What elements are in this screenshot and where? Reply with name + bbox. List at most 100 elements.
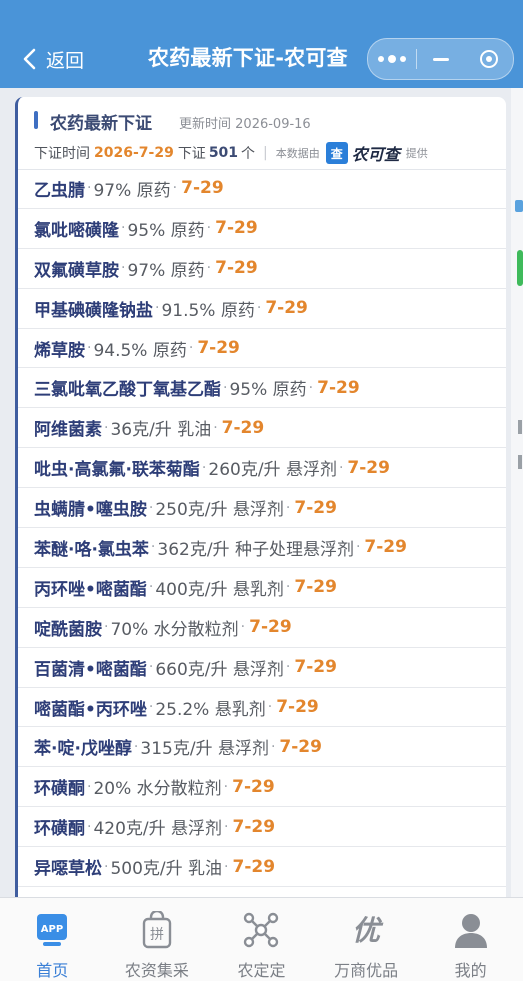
- separator-dot: ·: [148, 499, 154, 516]
- list-item[interactable]: 乙虫腈 · 97% 原药 · 7-29: [18, 169, 506, 209]
- separator-dot: ·: [213, 419, 218, 436]
- separator-dot: ·: [201, 459, 207, 476]
- brand-name: 农可查: [351, 145, 400, 164]
- separator-dot: ·: [87, 180, 92, 197]
- product-name: 环磺酮: [34, 819, 85, 840]
- separator-dot: ·: [223, 379, 228, 396]
- cert-unit: 个: [241, 146, 256, 162]
- product-spec: 400克/升 悬乳剂: [155, 579, 284, 600]
- updated-time: 更新时间 2026-09-16: [179, 113, 311, 132]
- cert-date: 7-29: [276, 697, 319, 718]
- cert-date: 7-29: [232, 856, 276, 877]
- product-name: 环磺酮: [34, 779, 85, 800]
- cert-date: 7-29: [221, 417, 265, 438]
- top-bar: 返回 农药最新下证-农可查: [0, 0, 523, 88]
- tab-label: 农资集采: [124, 961, 189, 980]
- tab-user[interactable]: 我的: [418, 898, 523, 981]
- minimize-button[interactable]: [417, 39, 465, 79]
- section-accent-bar: [34, 111, 38, 129]
- product-spec: 25.2% 悬乳剂: [155, 699, 266, 720]
- list-item[interactable]: 环磺酮 · 20% 水分散粒剂 · 7-29: [18, 767, 506, 808]
- product-spec: 362克/升 种子处理悬浮剂: [157, 539, 354, 560]
- card-header: 农药最新下证 更新时间 2026-09-16 下证时间 2026-7-29 下证…: [18, 97, 506, 170]
- network-icon: [241, 910, 281, 949]
- separator-dot: ·: [121, 220, 126, 237]
- list-item[interactable]: 氯吡嘧磺隆 · 95% 原药 · 7-29: [18, 209, 506, 249]
- product-spec: 95% 原药: [127, 220, 205, 241]
- product-spec: 36克/升 乳油: [110, 420, 212, 441]
- product-spec: 91.5% 原药: [161, 300, 255, 321]
- list-item[interactable]: 苯醚·咯·氯虫苯 · 362克/升 种子处理悬浮剂 · 7-29: [18, 528, 506, 568]
- product-spec: 420克/升 悬浮剂: [93, 819, 223, 840]
- cert-date: 7-29: [364, 537, 407, 558]
- gutter-marker: [517, 250, 523, 286]
- cert-date: 7-29: [294, 577, 337, 598]
- cert-date: 7-29: [347, 457, 390, 478]
- cert-date: 7-29: [249, 617, 292, 638]
- cert-date: 7-29: [294, 497, 337, 518]
- separator-dot: ·: [104, 858, 109, 875]
- list-item[interactable]: 虫螨腈•噻虫胺 · 250克/升 悬浮剂 · 7-29: [18, 488, 506, 529]
- close-button[interactable]: [465, 39, 513, 79]
- list-item[interactable]: 甲基碘磺隆钠盐 · 91.5% 原药 · 7-29: [18, 289, 506, 329]
- list-item[interactable]: 啶酰菌胺 · 70% 水分散粒剂 · 7-29: [18, 608, 506, 648]
- list-item[interactable]: 吡虫·高氯氟·联苯菊酯 · 260克/升 悬浮剂 · 7-29: [18, 448, 506, 489]
- product-name: 嘧菌酯•丙环唑: [34, 699, 147, 720]
- separator-dot: ·: [148, 579, 154, 596]
- list-item[interactable]: 丙环唑•嘧菌酯 · 400克/升 悬乳剂 · 7-29: [18, 568, 506, 608]
- pesticide-card: 农药最新下证 更新时间 2026-09-16 下证时间 2026-7-29 下证…: [15, 97, 506, 907]
- close-target-icon: [479, 50, 498, 68]
- cert-date: 7-29: [215, 218, 258, 239]
- cert-date: 7-29: [294, 657, 337, 678]
- separator-dot: ·: [206, 220, 212, 237]
- list-item[interactable]: 异噁草松 · 500克/升 乳油 · 7-29: [18, 847, 506, 888]
- separator-dot: ·: [150, 539, 156, 556]
- separator-dot: ·: [172, 180, 178, 197]
- tab-you[interactable]: 优万商优品: [314, 898, 419, 981]
- product-spec: 20% 水分散粒剂: [93, 779, 222, 800]
- cert-count: 501: [208, 145, 239, 161]
- minimize-icon: [432, 57, 449, 61]
- list-item[interactable]: 环磺酮 · 420克/升 悬浮剂 · 7-29: [18, 807, 506, 848]
- mini-program-capsule: [367, 38, 514, 80]
- tab-label: 农定定: [237, 961, 286, 980]
- back-button[interactable]: 返回: [22, 44, 84, 74]
- list-item[interactable]: 百菌清•嘧菌酯 · 660克/升 悬浮剂 · 7-29: [18, 648, 506, 688]
- separator-dot: ·: [285, 659, 291, 676]
- separator-dot: ·: [104, 619, 109, 636]
- separator-dot: ·: [308, 379, 314, 396]
- cert-date: 7-29: [279, 736, 322, 757]
- separator-dot: ·: [224, 818, 229, 835]
- separator-dot: ·: [155, 300, 160, 317]
- tab-label: 首页: [36, 961, 69, 980]
- more-button[interactable]: [368, 39, 416, 79]
- tab-shopping-bag[interactable]: 拼农资集采: [105, 898, 210, 981]
- meta-divider: |: [263, 145, 268, 161]
- you-icon: 优: [346, 910, 386, 949]
- separator-dot: ·: [270, 738, 276, 755]
- gutter-marker: [518, 420, 522, 434]
- separator-dot: ·: [355, 539, 361, 556]
- product-spec: 94.5% 原药: [93, 340, 187, 361]
- separator-dot: ·: [87, 340, 92, 356]
- list-item[interactable]: 双氟磺草胺 · 97% 原药 · 7-29: [18, 249, 506, 289]
- tab-app[interactable]: APP 首页: [0, 898, 105, 981]
- chevron-left-icon: [23, 48, 36, 70]
- list-item[interactable]: 阿维菌素 · 36克/升 乳油 · 7-29: [18, 408, 506, 449]
- product-spec: 315克/升 悬浮剂: [140, 739, 269, 760]
- tab-network[interactable]: 农定定: [209, 898, 314, 981]
- list-item[interactable]: 嘧菌酯•丙环唑 · 25.2% 悬乳剂 · 7-29: [18, 688, 506, 728]
- list-item[interactable]: 三氯吡氧乙酸丁氧基乙酯 · 95% 原药 · 7-29: [18, 368, 506, 409]
- cert-date: 7-29: [265, 298, 308, 319]
- separator-dot: ·: [148, 699, 154, 716]
- list-item[interactable]: 苯·啶·戊唑醇 · 315克/升 悬浮剂 · 7-29: [18, 727, 506, 768]
- separator-dot: ·: [285, 579, 291, 596]
- separator-dot: ·: [256, 300, 262, 317]
- shopping-bag-icon: 拼: [137, 910, 177, 949]
- list-item[interactable]: 烯草胺 · 94.5% 原药 · 7-29: [18, 329, 506, 369]
- cert-date: 7-29: [215, 258, 258, 279]
- product-name: 苯醚·咯·氯虫苯: [34, 539, 149, 560]
- product-name: 甲基碘磺隆钠盐: [34, 300, 153, 321]
- product-spec: 97% 原药: [93, 180, 171, 201]
- product-spec: 95% 原药: [229, 380, 307, 401]
